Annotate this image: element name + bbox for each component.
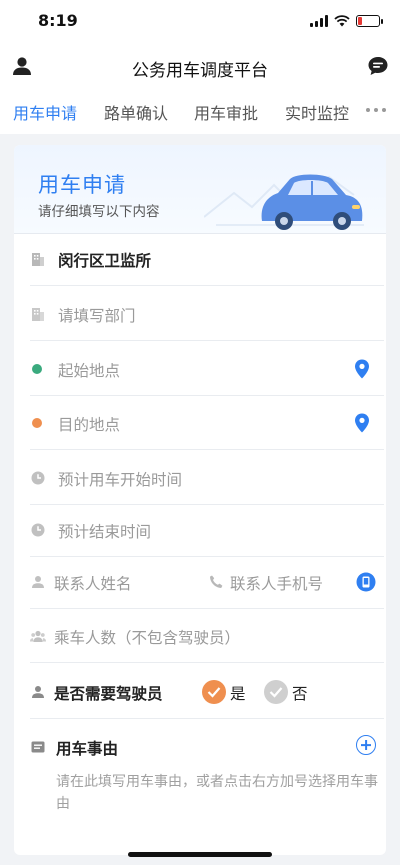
start-dot-icon [32,364,42,374]
phone-icon [210,575,223,588]
person-icon [32,686,44,698]
note-icon [31,741,45,753]
group-icon [30,630,46,642]
reason-textarea[interactable]: 请在此填写用车事由，或者点击右方加号选择用车事由 [56,771,382,815]
end-dot-icon [32,418,42,428]
destination-placeholder: 目的地点 [58,416,121,434]
tab-bar: 用车申请 路单确认 用车审批 实时监控 [0,90,400,134]
tab-vehicle-approval[interactable]: 用车审批 [194,100,258,124]
start-location-field[interactable]: 起始地点 [30,343,384,396]
plus-circle-icon[interactable] [356,735,376,755]
contact-phone-icon[interactable] [356,572,376,592]
page-title: 公务用车调度平台 [132,61,268,81]
location-pin-icon[interactable] [354,413,370,433]
contact-name-field[interactable]: 联系人姓名 [54,572,132,594]
start-time-placeholder: 预计用车开始时间 [58,471,183,489]
wifi-icon [334,15,350,27]
start-location-placeholder: 起始地点 [58,362,121,380]
department-placeholder: 请填写部门 [58,307,136,325]
status-bar: 8:19 [0,0,400,44]
reason-title: 用车事由 [56,740,119,758]
driver-yes-label[interactable]: 是 [230,682,246,704]
tab-route-confirm[interactable]: 路单确认 [104,100,168,124]
start-time-field[interactable]: 预计用车开始时间 [30,452,384,505]
location-pin-icon[interactable] [354,359,370,379]
building-icon [32,253,44,266]
car-illustration-icon [204,174,364,230]
destination-field[interactable]: 目的地点 [30,397,384,450]
signal-icon [310,15,328,27]
status-icons [310,12,383,30]
nav-bar: 公务用车调度平台 [0,44,400,90]
home-indicator [128,852,272,857]
status-time: 8:19 [38,11,78,30]
message-icon[interactable] [366,54,390,78]
form-title: 用车申请 [38,173,126,197]
driver-needed-label: 是否需要驾驶员 [54,685,163,703]
end-time-field[interactable]: 预计结束时间 [30,504,384,557]
form-subtitle: 请仔细填写以下内容 [38,204,160,220]
clock-icon [31,471,45,485]
tab-realtime-monitor[interactable]: 实时监控 [285,100,349,124]
end-time-placeholder: 预计结束时间 [58,523,152,541]
form-header: 用车申请 请仔细填写以下内容 [14,145,386,234]
reason-section: 用车事由 请在此填写用车事由，或者点击右方加号选择用车事由 [30,721,384,855]
more-tabs-icon[interactable] [366,108,386,112]
driver-needed-row: 是否需要驾驶员 是 否 [30,666,384,719]
clock-icon [31,523,45,537]
department-field[interactable]: 请填写部门 [30,288,384,341]
passenger-count-placeholder: 乘车人数（不包含驾驶员） [54,629,241,647]
driver-no-radio[interactable] [264,680,288,704]
organization-value: 闵行区卫监所 [58,252,152,270]
driver-yes-radio[interactable] [202,680,226,704]
passenger-count-field[interactable]: 乘车人数（不包含驾驶员） [30,610,384,663]
battery-icon [356,15,383,27]
organization-row[interactable]: 闵行区卫监所 [30,233,384,286]
request-form-card: 用车申请 请仔细填写以下内容 闵行区卫监所 请填写部门 起始地点 目的地点 预计… [14,145,386,855]
person-icon [32,576,44,588]
driver-no-label[interactable]: 否 [292,682,308,704]
building-icon [32,308,44,321]
contact-phone-field[interactable]: 联系人手机号 [230,572,323,594]
contact-row: 联系人姓名 联系人手机号 [30,556,384,609]
tab-vehicle-request[interactable]: 用车申请 [13,100,77,124]
